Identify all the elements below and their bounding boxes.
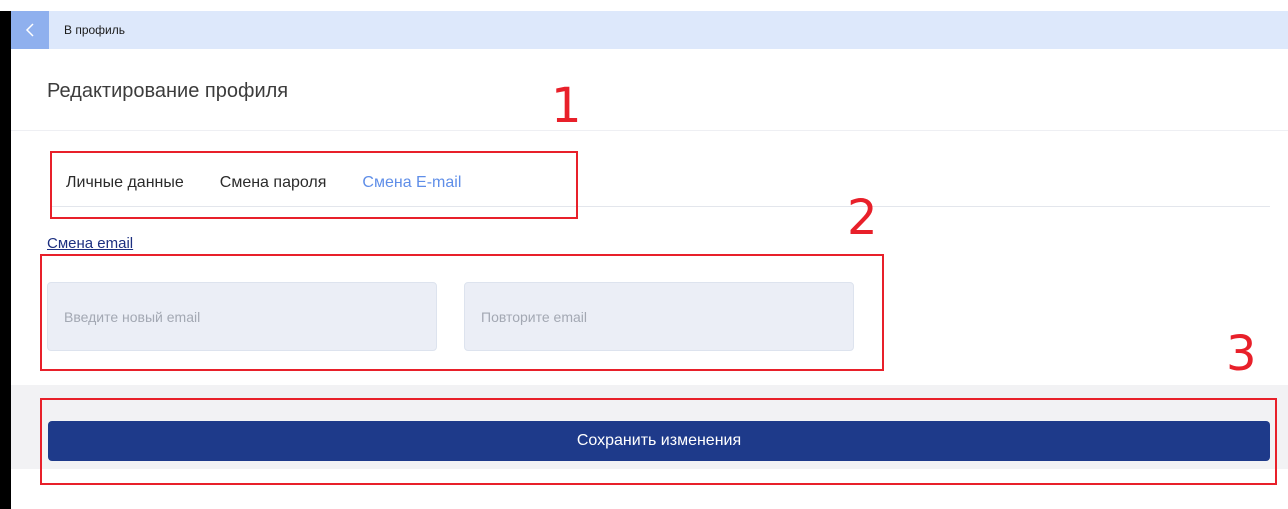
- section-title-change-email: Смена email: [47, 235, 134, 252]
- annotation-box-1: [50, 151, 578, 219]
- screen-frame-top: [0, 0, 1288, 11]
- back-to-profile-link[interactable]: В профиль: [64, 23, 125, 37]
- back-button[interactable]: [11, 11, 49, 49]
- chevron-left-icon: [25, 23, 34, 37]
- top-bar: В профиль: [11, 11, 1288, 49]
- annotation-number-1: 1: [551, 78, 582, 134]
- title-divider: [11, 130, 1288, 131]
- annotation-number-2: 2: [847, 190, 878, 246]
- page-title: Редактирование профиля: [47, 80, 289, 102]
- annotation-box-3: [40, 398, 1277, 485]
- annotation-box-2: [40, 254, 884, 371]
- annotation-number-3: 3: [1226, 326, 1257, 382]
- screen-frame-left: [0, 11, 11, 509]
